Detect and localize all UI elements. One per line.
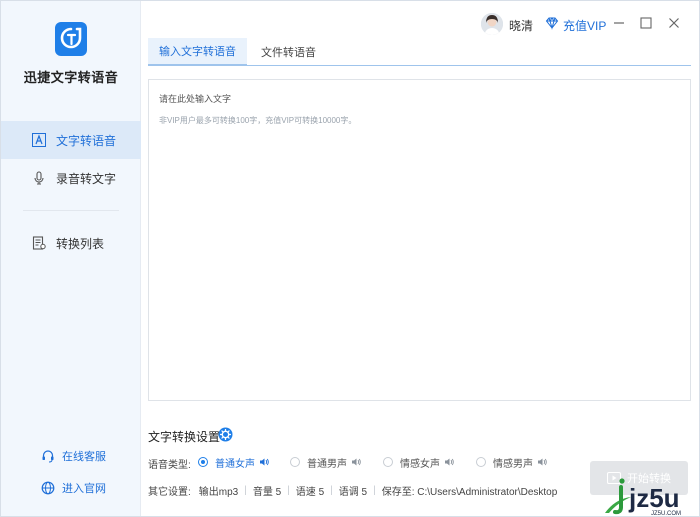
voice-option-emotional-female[interactable]: 情感女声 [383, 455, 454, 470]
tab-input-text-to-speech[interactable]: 输入文字转语音 [148, 38, 247, 65]
diamond-icon [545, 16, 559, 30]
avatar[interactable] [481, 13, 503, 35]
vip-limit-hint: 非VIP用户最多可转换100字，充值VIP可转换10000字。 [159, 116, 357, 125]
globe-icon [41, 481, 55, 495]
voice-option-label: 情感男声 [493, 458, 533, 470]
close-button[interactable] [664, 13, 684, 33]
tab-file-to-speech[interactable]: 文件转语音 [250, 38, 327, 65]
sidebar-item-speech-to-text[interactable]: 录音转文字 [1, 159, 141, 197]
recharge-vip-link[interactable]: 充值VIP [563, 17, 606, 34]
sidebar-item-label: 转换列表 [56, 236, 105, 251]
speaker-icon[interactable] [444, 457, 454, 467]
maximize-button[interactable] [636, 13, 656, 33]
online-support-link[interactable]: 在线客服 [1, 445, 141, 467]
sidebar: 迅捷文字转语音 文字转语音 录音转文字 转换列表 在线客服 进入官网 [1, 1, 141, 516]
sidebar-item-label: 文字转语音 [56, 133, 117, 148]
voice-option-emotional-male[interactable]: 情感男声 [476, 455, 547, 470]
other-settings-label: 其它设置: [148, 486, 191, 498]
separator: | [287, 484, 290, 496]
app-logo-icon [55, 22, 87, 56]
tab-bar: 输入文字转语音 文件转语音 [148, 38, 691, 66]
headset-icon [41, 449, 55, 463]
radio-button[interactable] [198, 457, 208, 467]
volume-setting[interactable]: 音量 5 [253, 483, 281, 498]
watermark-logo: jz5u JZ5U.COM [601, 477, 697, 517]
text-a-icon [31, 132, 47, 148]
radio-button[interactable] [476, 457, 486, 467]
voice-option-label: 普通女声 [215, 458, 255, 470]
sidebar-item-conversion-list[interactable]: 转换列表 [1, 224, 141, 262]
speed-setting[interactable]: 语速 5 [296, 483, 324, 498]
watermark-text: jz5u [628, 483, 680, 513]
speaker-icon[interactable] [537, 457, 547, 467]
radio-button[interactable] [290, 457, 300, 467]
other-settings-row: 其它设置: 输出mp3 | 音量 5 | 语速 5 | 语调 5 | 保存至: … [148, 483, 558, 498]
sidebar-item-text-to-speech[interactable]: 文字转语音 [1, 121, 141, 159]
separator: | [244, 484, 247, 496]
microphone-icon [31, 170, 47, 186]
voice-option-label: 普通男声 [307, 458, 347, 470]
settings-title: 文字转换设置 [148, 430, 221, 444]
voice-option-normal-female[interactable]: 普通女声 [198, 455, 269, 470]
text-editor: 非VIP用户最多可转换100字，充值VIP可转换10000字。 [148, 79, 691, 401]
sidebar-divider [23, 210, 119, 211]
separator: | [373, 484, 376, 496]
speaker-icon[interactable] [351, 457, 361, 467]
minimize-button[interactable] [609, 13, 629, 33]
official-site-label: 进入官网 [62, 483, 106, 495]
voice-type-label: 语音类型: [148, 460, 191, 471]
watermark-subtext: JZ5U.COM [651, 511, 681, 517]
online-support-label: 在线客服 [62, 451, 106, 463]
username[interactable]: 晓清 [509, 17, 533, 34]
save-path[interactable]: 保存至: C:\Users\Administrator\Desktop [382, 483, 558, 498]
pitch-setting[interactable]: 语调 5 [339, 483, 367, 498]
speaker-icon[interactable] [259, 457, 269, 467]
gear-icon[interactable] [218, 427, 233, 442]
voice-option-label: 情感女声 [400, 458, 440, 470]
app-window: 迅捷文字转语音 文字转语音 录音转文字 转换列表 在线客服 进入官网 晓清 充值… [0, 0, 700, 517]
radio-button[interactable] [383, 457, 393, 467]
text-input[interactable] [149, 80, 690, 400]
separator: | [330, 484, 333, 496]
output-format[interactable]: 输出mp3 [199, 483, 238, 498]
sidebar-item-label: 录音转文字 [56, 171, 117, 186]
app-name: 迅捷文字转语音 [23, 70, 119, 85]
list-doc-icon [31, 235, 47, 251]
voice-option-normal-male[interactable]: 普通男声 [290, 455, 361, 470]
official-site-link[interactable]: 进入官网 [1, 477, 141, 499]
